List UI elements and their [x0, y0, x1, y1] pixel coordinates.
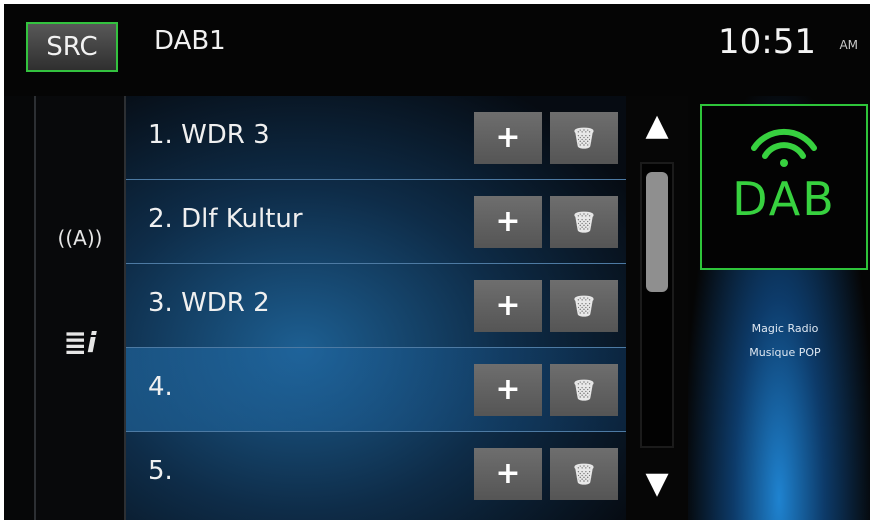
scroll-track[interactable] — [640, 162, 674, 448]
station-info-line1: Magic Radio — [751, 322, 819, 335]
dab-logo: DAB — [700, 104, 868, 270]
dab-logo-text: DAB — [732, 172, 836, 226]
station-list: 1. WDR 3 + 🗑 2. Dlf Kultur + 🗑 3. WDR 2 … — [126, 96, 626, 520]
delete-preset-button[interactable]: 🗑 — [550, 448, 618, 500]
scroll-down-arrow-icon[interactable]: ▼ — [626, 454, 688, 514]
station-label: 4. — [148, 372, 173, 402]
clock-time: 10:51 — [718, 22, 816, 62]
header-bar: SRC DAB1 10:51 AM — [4, 4, 870, 96]
info-icon[interactable]: ≣i — [36, 326, 124, 359]
delete-preset-button[interactable]: 🗑 — [550, 364, 618, 416]
station-row[interactable]: 2. Dlf Kultur + 🗑 — [126, 180, 626, 264]
station-row[interactable]: 5. + 🗑 — [126, 432, 626, 516]
delete-preset-button[interactable]: 🗑 — [550, 112, 618, 164]
add-preset-button[interactable]: + — [474, 448, 542, 500]
radio-screen: SRC DAB1 10:51 AM ((A)) ≣i 1. WDR 3 + 🗑 … — [4, 4, 870, 520]
station-row[interactable]: 3. WDR 2 + 🗑 — [126, 264, 626, 348]
add-preset-button[interactable]: + — [474, 112, 542, 164]
now-playing-panel: DAB Magic Radio Musique POP — [688, 96, 870, 520]
add-preset-button[interactable]: + — [474, 280, 542, 332]
delete-preset-button[interactable]: 🗑 — [550, 280, 618, 332]
station-label: 1. WDR 3 — [148, 120, 270, 150]
left-sidebar: ((A)) ≣i — [34, 96, 126, 520]
station-row[interactable]: 1. WDR 3 + 🗑 — [126, 96, 626, 180]
clock-ampm: AM — [839, 38, 858, 52]
add-preset-button[interactable]: + — [474, 364, 542, 416]
signal-icon — [751, 128, 817, 167]
station-row[interactable]: 4. + 🗑 — [126, 348, 626, 432]
station-label: 3. WDR 2 — [148, 288, 270, 318]
station-label: 2. Dlf Kultur — [148, 204, 303, 234]
add-preset-button[interactable]: + — [474, 196, 542, 248]
station-info-line2: Musique POP — [749, 346, 821, 359]
scroll-thumb[interactable] — [646, 172, 668, 292]
antenna-icon[interactable]: ((A)) — [36, 226, 124, 250]
list-scrollbar: ▲ ▼ — [626, 96, 688, 520]
delete-preset-button[interactable]: 🗑 — [550, 196, 618, 248]
source-title: DAB1 — [154, 26, 226, 56]
source-button[interactable]: SRC — [26, 22, 118, 72]
scroll-up-arrow-icon[interactable]: ▲ — [626, 96, 688, 156]
station-label: 5. — [148, 456, 173, 486]
